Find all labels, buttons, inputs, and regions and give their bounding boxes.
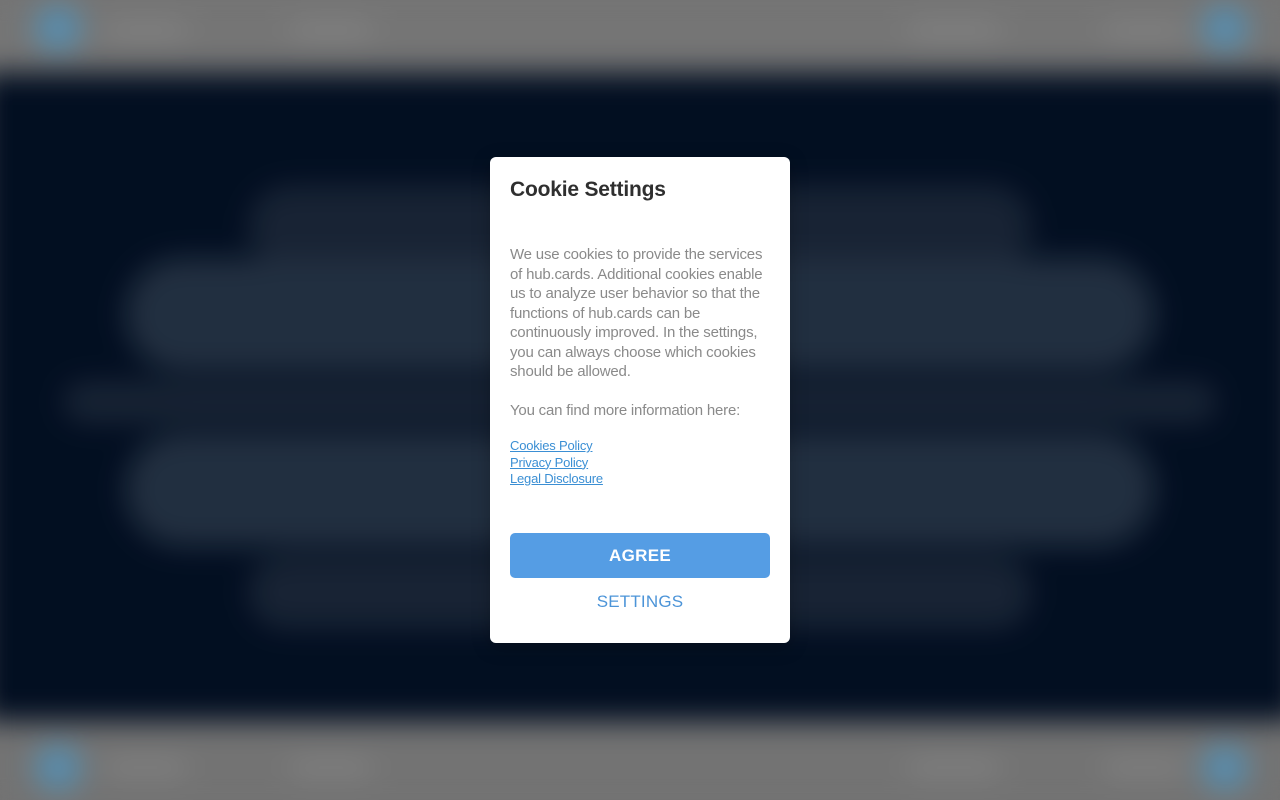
- agree-button[interactable]: AGREE: [510, 533, 770, 578]
- policy-links: Cookies Policy Privacy Policy Legal Disc…: [510, 438, 770, 488]
- privacy-policy-link[interactable]: Privacy Policy: [510, 455, 588, 472]
- legal-disclosure-link[interactable]: Legal Disclosure: [510, 471, 603, 488]
- cookies-policy-link[interactable]: Cookies Policy: [510, 438, 593, 455]
- dialog-title: Cookie Settings: [510, 178, 666, 201]
- settings-button[interactable]: SETTINGS: [510, 585, 770, 619]
- more-info-text: You can find more information here:: [510, 401, 741, 419]
- cookie-description: We use cookies to provide the services o…: [510, 246, 763, 380]
- cookie-settings-dialog: Cookie Settings We use cookies to provid…: [490, 157, 790, 643]
